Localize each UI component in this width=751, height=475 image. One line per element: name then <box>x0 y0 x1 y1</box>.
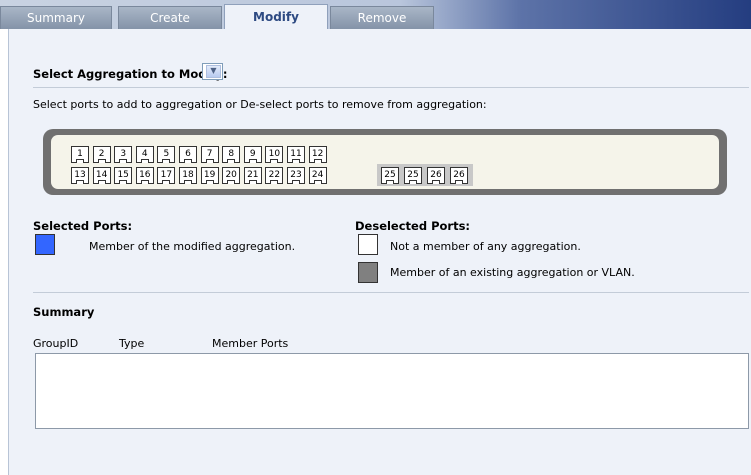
port-4[interactable]: 4 <box>135 146 154 163</box>
port-20[interactable]: 20 <box>222 167 241 184</box>
switch-faceplate: 1 2 3 4 5 6 7 8 9 10 11 12 13 14 15 16 17 18 19 20 21 22 23 24 2… <box>43 129 727 195</box>
summary-table <box>35 353 749 429</box>
tab-modify[interactable]: Modify <box>224 4 328 29</box>
port-14[interactable]: 14 <box>92 167 111 184</box>
port-26[interactable]: 26 <box>450 167 468 184</box>
divider <box>33 87 749 88</box>
selected-swatch <box>35 234 55 255</box>
port-17[interactable]: 17 <box>157 167 176 184</box>
tab-remove[interactable]: Remove <box>330 6 434 29</box>
port-10[interactable]: 10 <box>265 146 284 163</box>
deselected-ports-heading: Deselected Ports: <box>355 219 471 233</box>
summary-heading: Summary <box>33 305 95 319</box>
port-25[interactable]: 25 <box>381 167 399 184</box>
port-19[interactable]: 19 <box>200 167 219 184</box>
port-15[interactable]: 15 <box>114 167 133 184</box>
port-11[interactable]: 11 <box>287 146 305 163</box>
port-22[interactable]: 22 <box>265 167 284 184</box>
not-member-swatch <box>358 234 378 255</box>
selected-ports-heading: Selected Ports: <box>33 219 133 233</box>
divider <box>33 292 749 293</box>
port-26[interactable]: 26 <box>427 167 445 184</box>
port-3[interactable]: 3 <box>114 146 133 163</box>
existing-member-swatch <box>358 262 378 283</box>
port-9[interactable]: 9 <box>243 146 262 163</box>
port-21[interactable]: 21 <box>243 167 262 184</box>
port-5[interactable]: 5 <box>157 146 176 163</box>
port-24[interactable]: 24 <box>308 167 327 184</box>
port-panel: 1 2 3 4 5 6 7 8 9 10 11 12 13 14 15 16 17 18 19 20 21 22 23 24 2… <box>51 135 719 189</box>
port-6[interactable]: 6 <box>179 146 197 163</box>
port-13[interactable]: 13 <box>71 167 89 184</box>
column-header-member-ports: Member Ports <box>212 337 289 350</box>
port-7[interactable]: 7 <box>200 146 219 163</box>
port-16[interactable]: 16 <box>135 167 154 184</box>
chevron-down-icon[interactable]: ▼ <box>206 65 221 78</box>
aggregation-select[interactable]: ▼ <box>202 63 223 80</box>
port-8[interactable]: 8 <box>222 146 241 163</box>
port-23[interactable]: 23 <box>287 167 305 184</box>
port-1[interactable]: 1 <box>71 146 89 163</box>
selected-member-label: Member of the modified aggregation. <box>89 240 296 253</box>
not-member-label: Not a member of any aggregation. <box>390 240 581 253</box>
column-header-type: Type <box>119 337 145 350</box>
modify-panel: Select Aggregation to Modify: ▼ Select p… <box>8 29 751 475</box>
port-12[interactable]: 12 <box>308 146 327 163</box>
port-18[interactable]: 18 <box>179 167 197 184</box>
port-2[interactable]: 2 <box>92 146 111 163</box>
select-aggregation-label: Select Aggregation to Modify: <box>33 67 228 81</box>
port-25[interactable]: 25 <box>404 167 422 184</box>
column-header-groupid: GroupID <box>33 337 79 350</box>
port-instructions: Select ports to add to aggregation or De… <box>33 98 487 111</box>
tab-create[interactable]: Create <box>118 6 222 29</box>
tab-summary[interactable]: Summary <box>0 6 112 29</box>
tab-bar: Summary Create Modify Remove <box>0 0 751 29</box>
existing-member-label: Member of an existing aggregation or VLA… <box>390 266 635 279</box>
